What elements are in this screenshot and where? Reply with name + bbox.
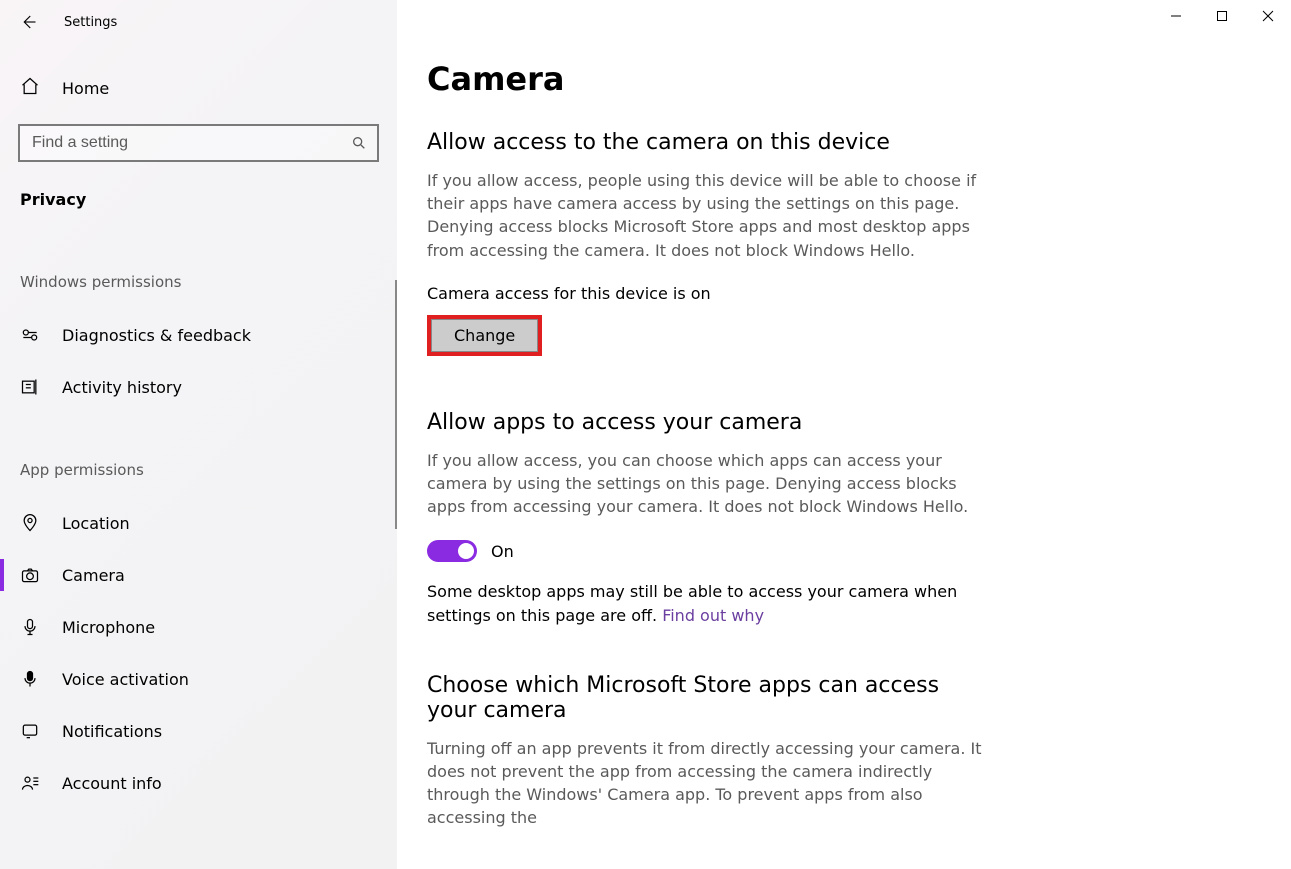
- allow-apps-toggle-row: On: [427, 540, 1251, 562]
- search-wrap: [18, 124, 379, 162]
- page-title: Camera: [427, 60, 1251, 98]
- titlebar: Settings: [0, 0, 397, 44]
- maximize-button[interactable]: [1199, 0, 1245, 32]
- section-heading-allow-device: Allow access to the camera on this devic…: [427, 130, 1251, 155]
- sidebar-item-label: Activity history: [62, 378, 182, 397]
- back-button[interactable]: [18, 12, 38, 32]
- find-out-why-link[interactable]: Find out why: [662, 606, 764, 625]
- sidebar-item-notifications[interactable]: Notifications: [0, 705, 397, 757]
- nav-list-app-permissions: Location Camera Micropho: [0, 487, 397, 809]
- sidebar-item-label: Camera: [62, 566, 125, 585]
- sidebar-item-diagnostics[interactable]: Diagnostics & feedback: [0, 309, 397, 361]
- sidebar-item-label: Location: [62, 514, 130, 533]
- window-controls: [1153, 0, 1291, 32]
- sidebar-item-label: Account info: [62, 774, 162, 793]
- activity-history-icon: [20, 377, 40, 397]
- sidebar-item-label: Diagnostics & feedback: [62, 326, 251, 345]
- account-icon: [20, 773, 40, 793]
- sidebar: Settings Home Privacy Windows per: [0, 0, 397, 869]
- allow-apps-toggle-label: On: [491, 542, 514, 561]
- location-icon: [20, 513, 40, 533]
- sidebar-item-microphone[interactable]: Microphone: [0, 601, 397, 653]
- sidebar-item-account-info[interactable]: Account info: [0, 757, 397, 809]
- search-input[interactable]: [30, 133, 351, 153]
- current-section-label: Privacy: [0, 162, 397, 209]
- sidebar-item-location[interactable]: Location: [0, 497, 397, 549]
- sidebar-item-voice-activation[interactable]: Voice activation: [0, 653, 397, 705]
- sidebar-item-label: Notifications: [62, 722, 162, 741]
- voice-icon: [20, 669, 40, 689]
- sidebar-item-camera[interactable]: Camera: [0, 549, 397, 601]
- home-label: Home: [62, 79, 109, 98]
- settings-window: Settings Home Privacy Windows per: [0, 0, 1291, 869]
- section-body-allow-apps: If you allow access, you can choose whic…: [427, 449, 987, 519]
- section-body-allow-device: If you allow access, people using this d…: [427, 169, 987, 262]
- sidebar-item-label: Voice activation: [62, 670, 189, 689]
- group-header-app-permissions: App permissions: [0, 413, 397, 487]
- desktop-apps-note: Some desktop apps may still be able to a…: [427, 580, 987, 626]
- diagnostics-icon: [20, 325, 40, 345]
- section-heading-choose-apps: Choose which Microsoft Store apps can ac…: [427, 673, 987, 723]
- camera-access-status: Camera access for this device is on: [427, 284, 1251, 303]
- close-button[interactable]: [1245, 0, 1291, 32]
- camera-icon: [20, 565, 40, 585]
- sidebar-item-home[interactable]: Home: [0, 44, 397, 100]
- allow-apps-toggle[interactable]: [427, 540, 477, 562]
- nav-list-windows-permissions: Diagnostics & feedback Activity history: [0, 299, 397, 413]
- change-button[interactable]: Change: [431, 319, 538, 352]
- change-button-highlight: Change: [427, 315, 542, 356]
- main-content: Camera Allow access to the camera on thi…: [397, 0, 1291, 869]
- section-body-choose-apps: Turning off an app prevents it from dire…: [427, 737, 987, 830]
- sidebar-item-activity-history[interactable]: Activity history: [0, 361, 397, 413]
- minimize-button[interactable]: [1153, 0, 1199, 32]
- group-header-windows-permissions: Windows permissions: [0, 209, 397, 299]
- app-title: Settings: [64, 15, 117, 30]
- search-icon: [351, 135, 367, 151]
- microphone-icon: [20, 617, 40, 637]
- search-box[interactable]: [18, 124, 379, 162]
- section-heading-allow-apps: Allow apps to access your camera: [427, 410, 1251, 435]
- notifications-icon: [20, 721, 40, 741]
- sidebar-item-label: Microphone: [62, 618, 155, 637]
- home-icon: [20, 76, 40, 100]
